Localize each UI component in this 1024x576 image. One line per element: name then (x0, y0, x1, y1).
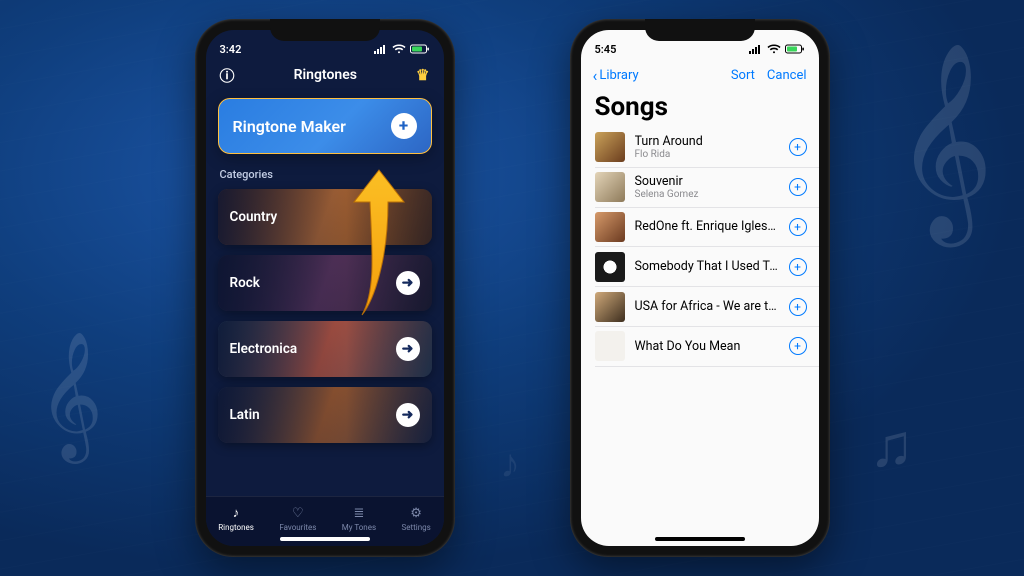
tab-label: Favourites (279, 523, 316, 532)
song-row[interactable]: What Do You Mean + (595, 327, 819, 367)
song-title: Souvenir (635, 174, 779, 189)
arrow-right-icon[interactable]: ➜ (396, 403, 420, 427)
category-electronica[interactable]: Electronica ➜ (218, 321, 432, 377)
phone-ringtones-app: 3:42 ⓘ Ringtones ♛ (195, 19, 455, 557)
category-label: Country (230, 209, 278, 225)
song-title: RedOne ft. Enrique Iglesias, Aseel... (635, 219, 779, 234)
ringtone-maker-button[interactable]: Ringtone Maker + (218, 98, 432, 154)
music-note-icon: ♪ (233, 505, 240, 521)
album-art (595, 331, 625, 361)
phone-music-library: 5:45 ‹ Library (570, 19, 830, 557)
song-artist: Flo Rida (635, 149, 779, 160)
song-title: Turn Around (635, 134, 779, 149)
add-song-button[interactable]: + (789, 298, 807, 316)
arrow-right-icon[interactable]: ➜ (396, 271, 420, 295)
add-song-button[interactable]: + (789, 138, 807, 156)
tab-ringtones[interactable]: ♪ Ringtones (218, 505, 254, 532)
signal-icon (749, 44, 763, 54)
arrow-right-icon[interactable]: ➜ (396, 337, 420, 361)
category-country[interactable]: Country (218, 189, 432, 245)
tab-label: My Tones (342, 523, 376, 532)
add-song-button[interactable]: + (789, 178, 807, 196)
categories-heading: Categories (220, 168, 430, 181)
song-artist: Selena Gomez (635, 189, 779, 200)
tab-settings[interactable]: ⚙ Settings (402, 506, 431, 532)
add-song-button[interactable]: + (789, 337, 807, 355)
tab-my-tones[interactable]: ≣ My Tones (342, 506, 376, 532)
song-title: Somebody That I Used To Know (635, 259, 779, 274)
status-time: 3:42 (220, 43, 242, 56)
cancel-button[interactable]: Cancel (767, 68, 807, 83)
sort-button[interactable]: Sort (731, 68, 755, 83)
home-indicator[interactable] (280, 537, 370, 541)
status-time: 5:45 (595, 43, 617, 56)
list-icon: ≣ (353, 506, 364, 521)
album-art (595, 292, 625, 322)
heart-icon: ♡ (292, 506, 304, 521)
album-art (595, 252, 625, 282)
ringtone-maker-label: Ringtone Maker (233, 117, 346, 136)
gear-icon: ⚙ (410, 506, 422, 521)
category-label: Latin (230, 407, 260, 423)
category-rock[interactable]: Rock ➜ (218, 255, 432, 311)
add-song-button[interactable]: + (789, 258, 807, 276)
category-label: Rock (230, 275, 260, 291)
chevron-left-icon: ‹ (593, 66, 598, 85)
signal-icon (374, 44, 388, 54)
add-song-button[interactable]: + (789, 218, 807, 236)
crown-premium-icon[interactable]: ♛ (416, 66, 429, 84)
back-library-button[interactable]: ‹ Library (593, 66, 639, 85)
song-row[interactable]: Souvenir Selena Gomez + (595, 168, 819, 208)
album-art (595, 212, 625, 242)
song-row[interactable]: Turn Around Flo Rida + (595, 128, 819, 168)
song-row[interactable]: RedOne ft. Enrique Iglesias, Aseel... + (595, 208, 819, 248)
info-icon[interactable]: ⓘ (220, 65, 235, 86)
tab-label: Settings (402, 523, 431, 532)
page-title: Songs (581, 88, 819, 128)
category-latin[interactable]: Latin ➜ (218, 387, 432, 443)
wifi-icon (392, 44, 406, 54)
song-row[interactable]: USA for Africa - We are the World + (595, 287, 819, 327)
category-label: Electronica (230, 341, 298, 357)
album-art (595, 132, 625, 162)
back-label: Library (599, 68, 638, 83)
home-indicator[interactable] (655, 537, 745, 541)
album-art (595, 172, 625, 202)
song-row[interactable]: Somebody That I Used To Know + (595, 247, 819, 287)
battery-icon (785, 44, 805, 54)
battery-icon (410, 44, 430, 54)
plus-icon[interactable]: + (391, 113, 417, 139)
nav-title: Ringtones (235, 67, 417, 83)
song-title: What Do You Mean (635, 339, 779, 354)
song-title: USA for Africa - We are the World (635, 299, 779, 314)
tab-favourites[interactable]: ♡ Favourites (279, 506, 316, 532)
tab-label: Ringtones (218, 523, 254, 532)
wifi-icon (767, 44, 781, 54)
song-list[interactable]: Turn Around Flo Rida + Souvenir Selena G… (581, 128, 819, 367)
